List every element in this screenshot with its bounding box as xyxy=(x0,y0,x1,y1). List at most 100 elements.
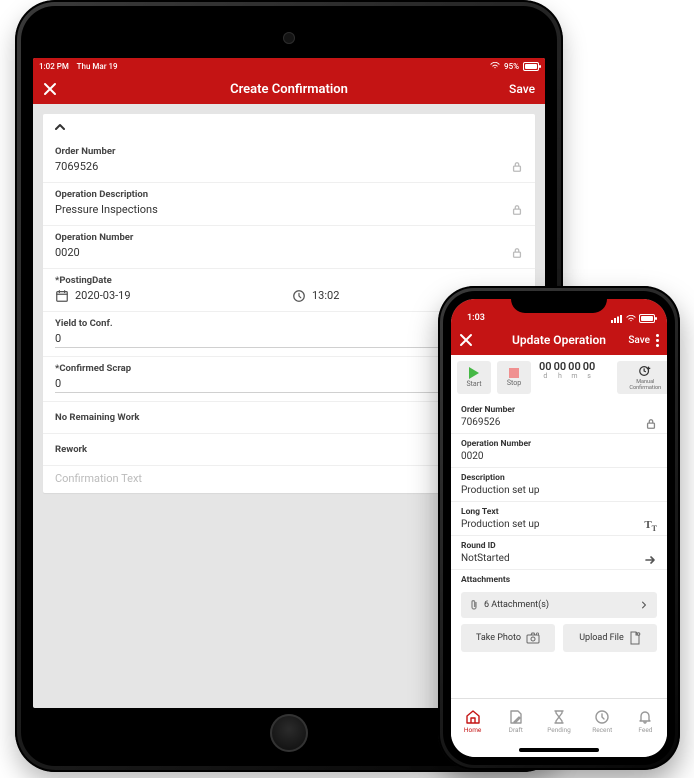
attachments-row[interactable]: 6 Attachment(s) xyxy=(461,592,657,618)
field-label: Order Number xyxy=(461,405,657,415)
op-num-value: 0020 xyxy=(55,246,80,260)
home-icon xyxy=(465,709,481,725)
timer-toolbar: Start Stop 00d 00h 00m 00s xyxy=(451,355,667,400)
arrow-right-icon xyxy=(643,553,657,567)
tab-pending[interactable]: Pending xyxy=(537,699,580,743)
field-label: Attachments xyxy=(461,575,657,585)
tab-home[interactable]: Home xyxy=(451,699,494,743)
close-icon[interactable] xyxy=(43,82,57,96)
collapse-toggle[interactable] xyxy=(43,114,535,140)
hourglass-icon xyxy=(551,709,567,725)
close-icon[interactable] xyxy=(459,333,473,347)
paperclip-icon xyxy=(469,599,479,611)
chevron-right-icon xyxy=(639,600,649,610)
signal-icon xyxy=(611,315,623,323)
order-number-value: 7069526 xyxy=(55,160,98,174)
more-menu-icon[interactable] xyxy=(656,334,659,347)
take-photo-label: Take Photo xyxy=(476,633,521,643)
bell-icon xyxy=(637,709,653,725)
stop-label: Stop xyxy=(507,379,521,387)
op-desc-value: Pressure Inspections xyxy=(55,203,158,217)
battery-icon xyxy=(523,62,539,71)
field-label: Description xyxy=(461,473,657,483)
manual-confirmation-button[interactable]: Manual Confirmation xyxy=(617,361,667,394)
timer-h: 00 xyxy=(554,361,567,372)
field-order-number: Order Number 7069526 xyxy=(451,400,667,434)
op-num-value: 0020 xyxy=(461,449,657,466)
field-long-text[interactable]: Long Text Production set up TT xyxy=(451,502,667,536)
field-operation-description: Operation Description Pressure Inspectio… xyxy=(43,183,535,226)
history-icon xyxy=(594,709,610,725)
round-id-value: NotStarted xyxy=(461,551,643,568)
field-label: *PostingDate xyxy=(55,275,523,286)
lock-icon xyxy=(511,204,523,216)
take-photo-button[interactable]: Take Photo xyxy=(461,624,555,652)
start-button[interactable]: Start xyxy=(457,361,491,394)
status-time: 1:03 xyxy=(463,313,485,323)
camera-icon xyxy=(526,632,540,644)
timer-d: 00 xyxy=(539,361,552,372)
field-attachments: Attachments xyxy=(451,570,667,586)
field-round-id[interactable]: Round ID NotStarted xyxy=(451,536,667,570)
timer-s: 00 xyxy=(583,361,596,372)
save-button[interactable]: Save xyxy=(509,82,535,96)
status-time: 1:02 PM xyxy=(39,62,69,71)
field-label: Long Text xyxy=(461,507,657,517)
tab-label: Feed xyxy=(638,726,652,734)
ipad-home-button[interactable] xyxy=(270,714,308,752)
posting-date-value: 2020-03-19 xyxy=(75,289,131,303)
iphone-header: Update Operation Save xyxy=(451,325,667,355)
description-value: Production set up xyxy=(461,483,657,500)
status-battery: 95% xyxy=(504,62,519,71)
iphone-notch xyxy=(511,291,607,313)
tab-bar: Home Draft Pending Recent xyxy=(451,698,667,743)
long-text-value: Production set up xyxy=(461,517,644,534)
ipad-status-bar: 1:02 PM Thu Mar 19 95% xyxy=(33,58,545,74)
tab-recent[interactable]: Recent xyxy=(581,699,624,743)
clock-icon xyxy=(292,289,306,303)
status-date: Thu Mar 19 xyxy=(77,62,118,71)
tab-label: Draft xyxy=(509,726,523,734)
field-order-number: Order Number 7069526 xyxy=(43,140,535,183)
lock-icon xyxy=(511,161,523,173)
tab-draft[interactable]: Draft xyxy=(494,699,537,743)
iphone-screen: 1:03 Update Operation Save xyxy=(451,299,667,757)
ipad-header: Create Confirmation Save xyxy=(33,74,545,104)
tab-label: Pending xyxy=(547,726,571,734)
home-indicator[interactable] xyxy=(451,743,667,757)
play-icon xyxy=(469,367,479,379)
wifi-icon xyxy=(626,315,636,323)
tab-label: Home xyxy=(464,726,482,734)
timer-display: 00d 00h 00m 00s xyxy=(537,361,597,394)
upload-file-button[interactable]: Upload File xyxy=(563,624,657,652)
clock-plus-icon xyxy=(638,364,652,378)
field-description: Description Production set up xyxy=(451,468,667,502)
upload-file-label: Upload File xyxy=(579,633,624,643)
ipad-camera xyxy=(283,32,295,44)
lock-icon xyxy=(645,418,657,430)
tab-feed[interactable]: Feed xyxy=(624,699,667,743)
page-title: Create Confirmation xyxy=(33,82,545,97)
stop-button[interactable]: Stop xyxy=(497,361,531,394)
field-label: Operation Description xyxy=(55,189,523,200)
field-label: Round ID xyxy=(461,541,657,551)
iphone-device: 1:03 Update Operation Save xyxy=(438,286,680,770)
wifi-icon xyxy=(490,62,500,70)
draft-icon xyxy=(508,709,524,725)
field-label: Order Number xyxy=(55,146,523,157)
file-upload-icon xyxy=(629,631,641,645)
field-label: Operation Number xyxy=(461,439,657,449)
chevron-up-icon xyxy=(53,120,67,134)
save-button[interactable]: Save xyxy=(628,335,650,346)
timer-m: 00 xyxy=(568,361,581,372)
lock-icon xyxy=(511,247,523,259)
field-label: Operation Number xyxy=(55,232,523,243)
posting-time-value: 13:02 xyxy=(312,289,339,303)
manual-label: Manual Confirmation xyxy=(622,379,667,391)
start-label: Start xyxy=(466,380,481,388)
field-operation-number: Operation Number 0020 xyxy=(43,226,535,269)
field-operation-number: Operation Number 0020 xyxy=(451,434,667,468)
order-number-value: 7069526 xyxy=(461,415,645,432)
attachment-count: 6 Attachment(s) xyxy=(484,600,549,610)
stop-icon xyxy=(509,368,519,378)
